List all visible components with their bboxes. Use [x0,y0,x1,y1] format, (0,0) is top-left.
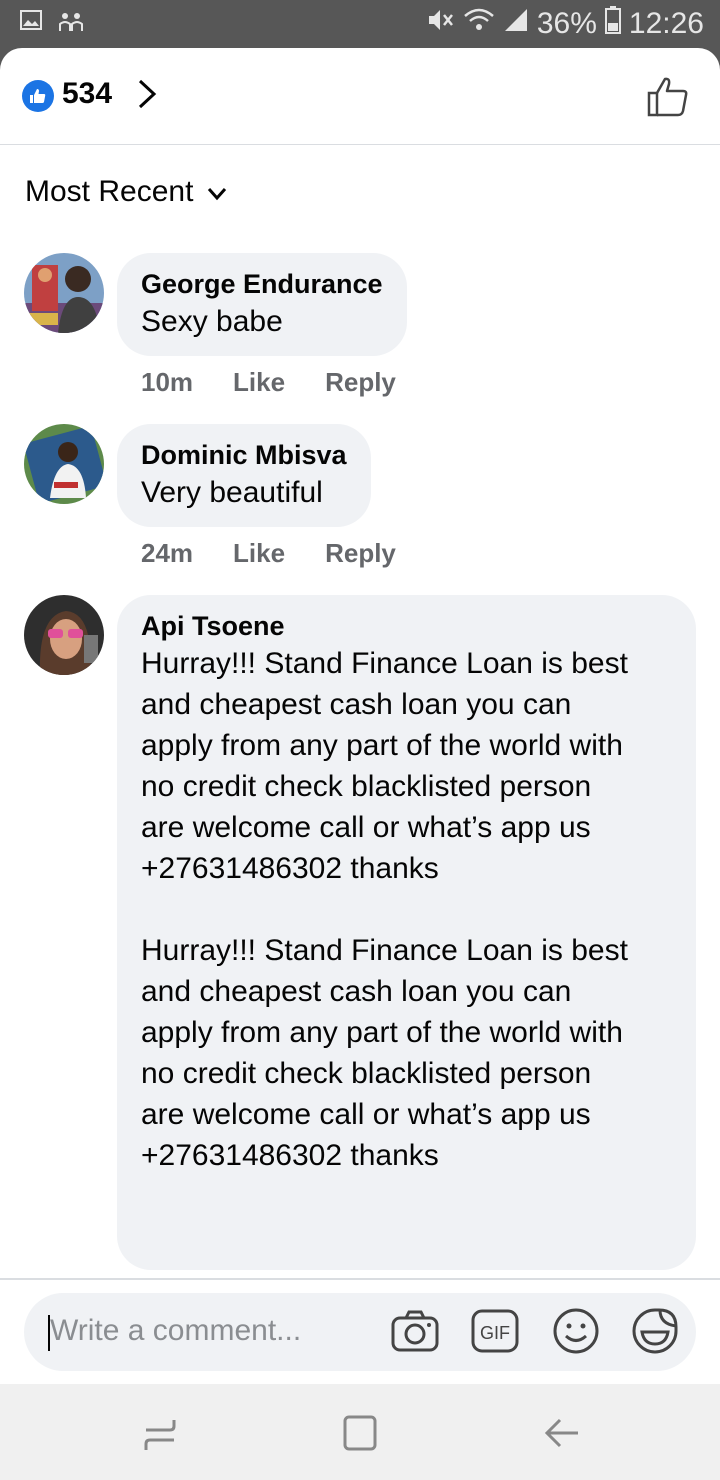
status-bar: 36% 12:26 [0,0,720,48]
sticker-icon[interactable] [630,1306,680,1361]
emoji-icon[interactable] [551,1306,601,1361]
comment-composer[interactable]: Write a comment... GIF [24,1293,696,1371]
comment-text: Sexy babe [141,305,283,338]
like-button[interactable]: Like [233,367,285,398]
comment-actions: 10m Like Reply [141,367,396,398]
comment-author[interactable]: George Endurance [141,267,383,301]
comment-bubble[interactable]: Dominic Mbisva Very beautiful [117,424,371,527]
gif-icon[interactable]: GIF [470,1306,520,1361]
people-icon [58,10,84,37]
battery-percent: 36% [536,7,597,40]
camera-icon[interactable] [390,1306,440,1361]
clock: 12:26 [628,7,704,40]
sort-dropdown[interactable]: Most Recent [25,175,227,209]
mute-icon [427,7,455,41]
chevron-right-icon[interactable] [136,78,158,115]
recent-apps-icon[interactable] [140,1414,180,1459]
like-button[interactable]: Like [233,538,285,569]
comment-author[interactable]: Dominic Mbisva [141,438,347,472]
comment-bubble[interactable]: George Endurance Sexy babe [117,253,407,356]
avatar[interactable] [24,595,104,675]
divider [0,1278,720,1280]
avatar[interactable] [24,253,104,333]
reaction-count[interactable]: 534 [62,77,112,111]
sort-label: Most Recent [25,175,194,208]
comment-author[interactable]: Api Tsoene [141,609,672,643]
comment-text: Hurray!!! Stand Finance Loan is best and… [141,647,628,1172]
comment-text: Very beautiful [141,476,323,509]
gallery-icon [20,10,42,37]
chevron-down-icon [207,175,227,209]
reply-button[interactable]: Reply [325,367,396,398]
reactions-header: 534 [0,48,720,145]
comment-input[interactable]: Write a comment... [50,1314,301,1348]
battery-icon [604,6,621,42]
avatar[interactable] [24,424,104,504]
svg-text:GIF: GIF [480,1323,510,1343]
comment-actions: 24m Like Reply [141,538,396,569]
reply-button[interactable]: Reply [325,538,396,569]
wifi-icon [463,7,495,41]
thumbs-up-icon[interactable] [646,74,690,123]
back-icon[interactable] [542,1414,582,1459]
signal-icon [503,7,529,41]
comments-sheet: 534 Most Recent George Endurance Sexy ba… [0,48,720,1384]
comment-bubble[interactable]: Api Tsoene Hurray!!! Stand Finance Loan … [117,595,696,1270]
system-nav-bar [0,1384,720,1480]
like-badge-icon[interactable] [22,80,54,112]
comment-time: 24m [141,538,194,568]
home-icon[interactable] [340,1414,380,1459]
comment-time: 10m [141,367,194,397]
